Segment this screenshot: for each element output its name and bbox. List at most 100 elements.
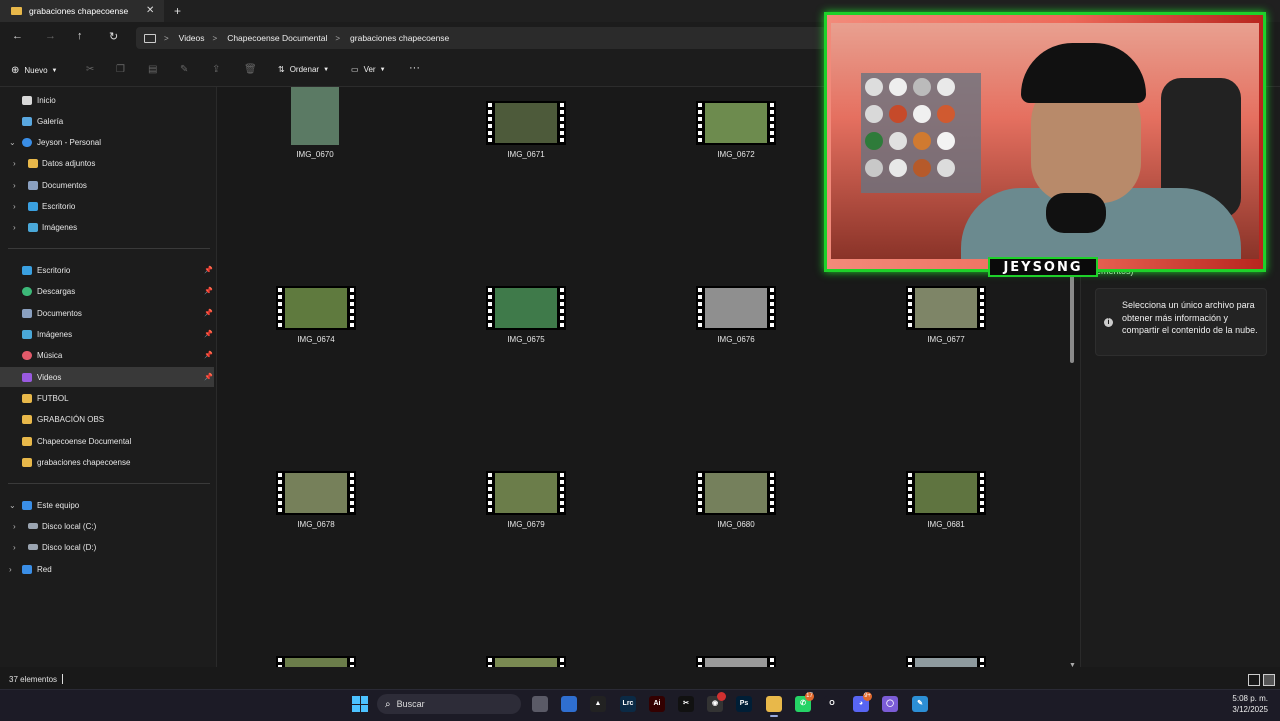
sidebar-item-label: Este equipo [37,500,80,510]
sidebar-item-label: Disco local (C:) [42,521,97,531]
chevron-right-icon[interactable]: › [13,159,16,168]
system-clock[interactable]: 5:08 p. m. 3/12/2025 [1212,693,1268,715]
chevron-right-icon[interactable]: › [13,522,16,531]
video-thumbnail[interactable] [696,656,776,667]
chevron-right-icon[interactable]: › [13,543,16,552]
capcut-app-icon[interactable]: ✂ [678,696,694,712]
file-explorer-icon[interactable] [766,696,782,717]
delete-icon[interactable]: 🗑 [244,64,257,75]
folder-icon [22,393,32,403]
video-thumbnail[interactable] [906,656,986,667]
sidebar-item-grabaciones-chapecoense[interactable]: grabaciones chapecoense [0,452,214,472]
back-icon[interactable]: ← [12,30,23,42]
breadcrumb-chapecoense-documental[interactable]: Chapecoense Documental [227,33,327,43]
illustrator-icon[interactable]: Ai [649,696,665,712]
sort-label: Ordenar [289,65,320,74]
sidebar-item-escritorio[interactable]: Escritorio 📌 [0,260,214,280]
new-button[interactable]: ⊕ Nuevo ▼ [11,65,57,76]
breadcrumb-grabaciones[interactable]: grabaciones chapecoense [350,33,449,43]
breadcrumb-videos[interactable]: Videos [179,33,205,43]
pin-icon[interactable]: 📌 [204,330,213,338]
photoshop-icon[interactable]: Ps [736,696,752,712]
pin-icon[interactable]: 📌 [204,287,213,295]
sidebar-item-onedrive-personal[interactable]: ⌄ Jeyson - Personal [0,132,214,152]
sidebar-item-futbol[interactable]: FUTBOL [0,388,214,408]
windows-start-icon[interactable] [352,696,368,712]
chevron-down-icon[interactable]: ⌄ [9,138,16,147]
details-view-button[interactable] [1248,674,1260,686]
share-icon[interactable]: ⇪ [212,64,220,75]
file-name: IMG_0670 [296,150,334,159]
forward-icon[interactable]: → [45,30,56,42]
circle-app-icon[interactable]: ◯ [882,696,898,712]
sidebar-item-musica[interactable]: Música 📌 [0,345,214,365]
sidebar-item-label: grabaciones chapecoense [37,457,131,467]
sidebar-item-grabacion-obs[interactable]: GRABACIÓN OBS [0,409,214,429]
sidebar-item-documentos[interactable]: Documentos 📌 [0,303,214,323]
sidebar-item-red[interactable]: › Red [0,559,214,579]
chevron-down-icon[interactable]: ⌄ [9,501,16,510]
cut-icon[interactable]: ✂ [86,64,94,75]
pin-icon[interactable]: 📌 [204,373,213,381]
video-thumbnail [696,471,776,515]
store-icon[interactable] [561,696,577,712]
sidebar-item-label: Disco local (D:) [42,542,97,552]
sidebar-item-label: Escritorio [37,265,71,275]
document-icon [28,180,38,190]
tiles-view-button[interactable] [1263,674,1275,686]
sidebar-item-chapecoense-documental[interactable]: Chapecoense Documental [0,431,214,451]
new-label: Nuevo [24,66,48,75]
pin-icon[interactable]: 📌 [204,309,213,317]
view-button[interactable]: ▭ Ver ▼ [351,65,386,74]
new-tab-button[interactable]: + [174,4,181,18]
sidebar-item-disco-c[interactable]: › Disco local (C:) [0,516,214,536]
sidebar-item-disco-d[interactable]: › Disco local (D:) [0,537,214,557]
paste-icon[interactable]: ▤ [148,64,157,75]
sort-button[interactable]: ⇅ Ordenar ▼ [278,65,329,74]
folder-icon [22,414,32,424]
capcut-icon[interactable]: ▲ [590,696,606,712]
snipping-icon[interactable]: ✎ [912,696,928,712]
notification-badge: 17 [805,692,814,701]
lightroom-icon[interactable]: Lrc [620,696,636,712]
opera-icon[interactable]: O [824,696,840,712]
sidebar-item-este-equipo[interactable]: ⌄ Este equipo [0,495,214,515]
explorer-tab[interactable]: grabaciones chapecoense ✕ [0,0,164,22]
sidebar-item-descargas[interactable]: Descargas 📌 [0,281,214,301]
notification-badge [717,692,726,701]
more-options-icon[interactable]: ··· [409,62,420,74]
refresh-icon[interactable]: ↻ [109,30,118,43]
breadcrumb-separator: > [335,33,341,43]
sidebar-item-galeria[interactable]: Galería [0,111,214,131]
sidebar-item-datos-adjuntos[interactable]: › Datos adjuntos [0,153,214,173]
taskbar-search[interactable]: ⌕ Buscar [377,694,521,714]
chevron-right-icon[interactable]: › [13,223,16,232]
sidebar-item-imagenes[interactable]: Imágenes 📌 [0,324,214,344]
close-tab-icon[interactable]: ✕ [146,5,154,16]
computer-icon [22,500,32,510]
sidebar-item-escritorio-onedrive[interactable]: › Escritorio [0,196,214,216]
video-thumbnail[interactable] [486,656,566,667]
pin-icon[interactable]: 📌 [204,351,213,359]
chevron-right-icon[interactable]: › [9,565,12,574]
address-bar[interactable]: > Videos > Chapecoense Documental > grab… [136,27,826,49]
up-icon[interactable]: ↑ [77,30,83,42]
drive-icon [28,544,38,550]
pin-icon[interactable]: 📌 [204,266,213,274]
file-name: IMG_0679 [507,520,545,529]
copy-icon[interactable]: ❐ [116,64,125,75]
video-thumbnail[interactable] [276,656,356,667]
sidebar-item-documentos-onedrive[interactable]: › Documentos [0,175,214,195]
task-view-icon[interactable] [532,696,548,712]
rename-icon[interactable]: ✎ [180,64,188,75]
video-icon [22,372,32,382]
view-label: Ver [363,65,376,74]
sidebar-item-label: Datos adjuntos [42,158,96,168]
chevron-right-icon[interactable]: › [13,181,16,190]
sidebar-item-label: Videos [37,372,62,382]
chevron-right-icon[interactable]: › [13,202,16,211]
sidebar-item-label: Imágenes [42,222,78,232]
sidebar-item-videos[interactable]: Videos 📌 [0,367,214,387]
sidebar-item-imagenes-onedrive[interactable]: › Imágenes [0,217,214,237]
sidebar-item-inicio[interactable]: Inicio [0,90,214,110]
